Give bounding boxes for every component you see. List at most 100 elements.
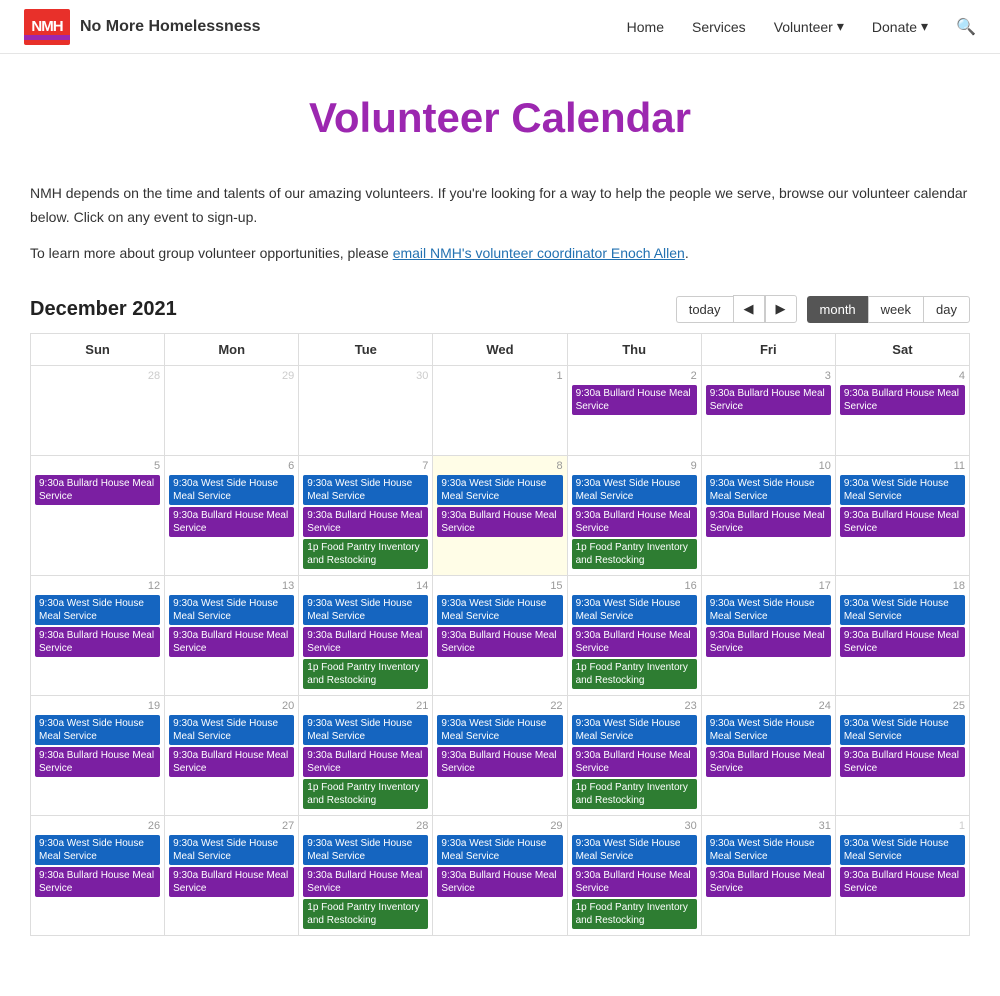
- main-content: Volunteer Calendar NMH depends on the ti…: [10, 54, 990, 996]
- event-westside[interactable]: 9:30a West Side House Meal Service: [840, 835, 965, 865]
- col-thu: Thu: [567, 334, 701, 366]
- event-westside[interactable]: 9:30a West Side House Meal Service: [706, 835, 831, 865]
- event-westside[interactable]: 9:30a West Side House Meal Service: [437, 595, 562, 625]
- event-westside[interactable]: 9:30a West Side House Meal Service: [303, 715, 428, 745]
- week-view-button[interactable]: week: [868, 296, 923, 323]
- event-westside[interactable]: 9:30a West Side House Meal Service: [35, 715, 160, 745]
- nav-home[interactable]: Home: [627, 19, 664, 35]
- event-bullard[interactable]: 9:30a Bullard House Meal Service: [840, 867, 965, 897]
- day-number: 28: [35, 370, 160, 382]
- event-bullard[interactable]: 9:30a Bullard House Meal Service: [706, 747, 831, 777]
- event-bullard[interactable]: 9:30a Bullard House Meal Service: [706, 385, 831, 415]
- cell-dec6: 6 9:30a West Side House Meal Service 9:3…: [165, 456, 299, 576]
- event-bullard[interactable]: 9:30a Bullard House Meal Service: [437, 867, 562, 897]
- event-bullard[interactable]: 9:30a Bullard House Meal Service: [169, 867, 294, 897]
- event-bullard[interactable]: 9:30a Bullard House Meal Service: [303, 627, 428, 657]
- event-westside[interactable]: 9:30a West Side House Meal Service: [706, 715, 831, 745]
- event-bullard[interactable]: 9:30a Bullard House Meal Service: [840, 627, 965, 657]
- event-bullard[interactable]: 9:30a Bullard House Meal Service: [35, 747, 160, 777]
- event-food-pantry[interactable]: 1p Food Pantry Inventory and Restocking: [572, 779, 697, 809]
- event-bullard[interactable]: 9:30a Bullard House Meal Service: [169, 747, 294, 777]
- event-westside[interactable]: 9:30a West Side House Meal Service: [303, 835, 428, 865]
- day-number: 27: [169, 820, 294, 832]
- search-icon[interactable]: 🔍: [956, 17, 976, 37]
- cell-dec15: 15 9:30a West Side House Meal Service 9:…: [433, 576, 567, 696]
- cell-dec30: 30 9:30a West Side House Meal Service 9:…: [567, 816, 701, 936]
- event-bullard[interactable]: 9:30a Bullard House Meal Service: [572, 627, 697, 657]
- today-button[interactable]: today: [676, 296, 733, 323]
- event-westside[interactable]: 9:30a West Side House Meal Service: [35, 835, 160, 865]
- day-number: 24: [706, 700, 831, 712]
- cell-dec16: 16 9:30a West Side House Meal Service 9:…: [567, 576, 701, 696]
- event-bullard[interactable]: 9:30a Bullard House Meal Service: [840, 385, 965, 415]
- event-bullard[interactable]: 9:30a Bullard House Meal Service: [169, 627, 294, 657]
- event-westside[interactable]: 9:30a West Side House Meal Service: [840, 595, 965, 625]
- event-bullard[interactable]: 9:30a Bullard House Meal Service: [437, 627, 562, 657]
- event-food-pantry[interactable]: 1p Food Pantry Inventory and Restocking: [303, 779, 428, 809]
- event-bullard[interactable]: 9:30a Bullard House Meal Service: [303, 507, 428, 537]
- event-food-pantry[interactable]: 1p Food Pantry Inventory and Restocking: [572, 539, 697, 569]
- event-bullard[interactable]: 9:30a Bullard House Meal Service: [572, 867, 697, 897]
- day-number: 16: [572, 580, 697, 592]
- event-food-pantry[interactable]: 1p Food Pantry Inventory and Restocking: [303, 659, 428, 689]
- event-westside[interactable]: 9:30a West Side House Meal Service: [437, 715, 562, 745]
- event-bullard[interactable]: 9:30a Bullard House Meal Service: [35, 475, 160, 505]
- table-row: 5 9:30a Bullard House Meal Service 6 9:3…: [31, 456, 970, 576]
- event-westside[interactable]: 9:30a West Side House Meal Service: [437, 835, 562, 865]
- event-food-pantry[interactable]: 1p Food Pantry Inventory and Restocking: [572, 659, 697, 689]
- event-bullard[interactable]: 9:30a Bullard House Meal Service: [706, 627, 831, 657]
- event-bullard[interactable]: 9:30a Bullard House Meal Service: [437, 507, 562, 537]
- event-westside[interactable]: 9:30a West Side House Meal Service: [572, 595, 697, 625]
- day-number: 26: [35, 820, 160, 832]
- day-number: 25: [840, 700, 965, 712]
- event-bullard[interactable]: 9:30a Bullard House Meal Service: [303, 747, 428, 777]
- nav-services[interactable]: Services: [692, 19, 746, 35]
- month-view-button[interactable]: month: [807, 296, 868, 323]
- event-bullard[interactable]: 9:30a Bullard House Meal Service: [572, 507, 697, 537]
- event-bullard[interactable]: 9:30a Bullard House Meal Service: [169, 507, 294, 537]
- event-westside[interactable]: 9:30a West Side House Meal Service: [35, 595, 160, 625]
- cell-dec3: 3 9:30a Bullard House Meal Service: [701, 366, 835, 456]
- next-button[interactable]: ▶: [765, 295, 797, 323]
- event-bullard[interactable]: 9:30a Bullard House Meal Service: [840, 747, 965, 777]
- nav-donate[interactable]: Donate ▾: [872, 18, 928, 35]
- event-westside[interactable]: 9:30a West Side House Meal Service: [169, 475, 294, 505]
- event-food-pantry[interactable]: 1p Food Pantry Inventory and Restocking: [303, 899, 428, 929]
- event-bullard[interactable]: 9:30a Bullard House Meal Service: [572, 385, 697, 415]
- event-westside[interactable]: 9:30a West Side House Meal Service: [572, 475, 697, 505]
- day-view-button[interactable]: day: [923, 296, 970, 323]
- event-bullard[interactable]: 9:30a Bullard House Meal Service: [840, 507, 965, 537]
- prev-button[interactable]: ◀: [733, 295, 765, 323]
- event-westside[interactable]: 9:30a West Side House Meal Service: [169, 595, 294, 625]
- day-number: 7: [303, 460, 428, 472]
- cell-dec7: 7 9:30a West Side House Meal Service 9:3…: [299, 456, 433, 576]
- event-westside[interactable]: 9:30a West Side House Meal Service: [169, 715, 294, 745]
- event-bullard[interactable]: 9:30a Bullard House Meal Service: [706, 867, 831, 897]
- view-buttons: month week day: [807, 296, 970, 323]
- col-sat: Sat: [835, 334, 969, 366]
- event-bullard[interactable]: 9:30a Bullard House Meal Service: [35, 627, 160, 657]
- coordinator-email-link[interactable]: email NMH's volunteer coordinator Enoch …: [393, 245, 685, 261]
- event-westside[interactable]: 9:30a West Side House Meal Service: [437, 475, 562, 505]
- event-westside[interactable]: 9:30a West Side House Meal Service: [840, 475, 965, 505]
- event-westside[interactable]: 9:30a West Side House Meal Service: [840, 715, 965, 745]
- event-westside[interactable]: 9:30a West Side House Meal Service: [169, 835, 294, 865]
- event-food-pantry[interactable]: 1p Food Pantry Inventory and Restocking: [572, 899, 697, 929]
- event-westside[interactable]: 9:30a West Side House Meal Service: [572, 835, 697, 865]
- event-bullard[interactable]: 9:30a Bullard House Meal Service: [437, 747, 562, 777]
- event-westside[interactable]: 9:30a West Side House Meal Service: [303, 595, 428, 625]
- event-bullard[interactable]: 9:30a Bullard House Meal Service: [572, 747, 697, 777]
- day-number: 5: [35, 460, 160, 472]
- event-bullard[interactable]: 9:30a Bullard House Meal Service: [35, 867, 160, 897]
- cell-dec12: 12 9:30a West Side House Meal Service 9:…: [31, 576, 165, 696]
- event-westside[interactable]: 9:30a West Side House Meal Service: [572, 715, 697, 745]
- event-westside[interactable]: 9:30a West Side House Meal Service: [706, 475, 831, 505]
- event-westside[interactable]: 9:30a West Side House Meal Service: [303, 475, 428, 505]
- day-number: 10: [706, 460, 831, 472]
- nav-volunteer[interactable]: Volunteer ▾: [774, 18, 844, 35]
- event-westside[interactable]: 9:30a West Side House Meal Service: [706, 595, 831, 625]
- event-food-pantry[interactable]: 1p Food Pantry Inventory and Restocking: [303, 539, 428, 569]
- logo: NMH: [24, 9, 70, 45]
- event-bullard[interactable]: 9:30a Bullard House Meal Service: [706, 507, 831, 537]
- event-bullard[interactable]: 9:30a Bullard House Meal Service: [303, 867, 428, 897]
